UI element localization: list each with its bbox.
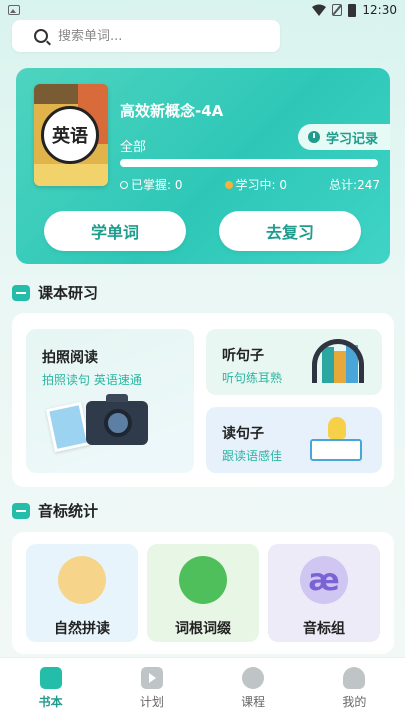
battery-icon	[348, 3, 357, 17]
tab-courses[interactable]: 课程	[203, 658, 304, 720]
camera-icon	[86, 394, 148, 445]
no-sim-icon	[332, 4, 343, 16]
read-title: 读句子	[222, 426, 264, 442]
abc-blocks-icon	[58, 556, 106, 604]
book-cover-text: 英语	[41, 106, 99, 164]
tree-icon	[179, 556, 227, 604]
photo-read-tile[interactable]: 拍照阅读 拍照读句 英语速通	[26, 329, 194, 473]
user-icon	[343, 667, 366, 689]
clock-icon	[308, 131, 320, 143]
study-record-button[interactable]: 学习记录	[298, 124, 390, 150]
tab-me-label: 我的	[342, 695, 367, 709]
listen-sentence-tile[interactable]: 听句子 听句练耳熟	[206, 329, 382, 395]
video-icon	[140, 667, 163, 689]
gallery-icon	[8, 5, 20, 15]
study-record-label: 学习记录	[326, 131, 379, 147]
phonetic-group-tile[interactable]: æ 音标组	[268, 544, 380, 642]
tab-courses-label: 课程	[241, 695, 266, 709]
photo-read-title: 拍照阅读	[42, 350, 98, 366]
phonetic-panel: 自然拼读 词根词缀 æ 音标组	[12, 532, 394, 654]
tab-plan-label: 计划	[139, 695, 164, 709]
clock-time: 12:30	[362, 3, 397, 17]
review-button[interactable]: 去复习	[219, 211, 361, 251]
phonics-label: 自然拼读	[54, 621, 110, 637]
book-cover[interactable]: 英语	[34, 84, 108, 186]
word-stats: 已掌握: 0 学习中: 0 总计:247	[120, 176, 380, 193]
photo-illustration	[45, 401, 91, 453]
word-roots-tile[interactable]: 词根词缀	[147, 544, 259, 642]
search-bar[interactable]	[12, 20, 280, 52]
word-filter[interactable]: 全部	[120, 136, 146, 155]
wifi-icon	[312, 4, 327, 16]
lightbulb-book-icon	[310, 417, 362, 465]
textbook-panel: 拍照阅读 拍照读句 英语速通 听句子 听句练耳熟 读句子 跟读语感佳	[12, 313, 394, 487]
book-icon	[39, 667, 62, 689]
mastered-stat: 已掌握: 0	[120, 176, 183, 193]
book-section-icon	[12, 284, 30, 301]
learning-stat: 学习中: 0	[224, 176, 287, 193]
progress-bar	[120, 159, 378, 167]
word-roots-label: 词根词缀	[175, 621, 231, 637]
tab-books-label: 书本	[38, 695, 63, 709]
learn-words-button[interactable]: 学单词	[44, 211, 186, 251]
phonics-tile[interactable]: 自然拼读	[26, 544, 138, 642]
phonetic-section-title: 音标统计	[12, 500, 98, 521]
tab-books[interactable]: 书本	[0, 658, 101, 720]
tab-plan[interactable]: 计划	[101, 658, 202, 720]
listen-subtitle: 听句练耳熟	[222, 371, 283, 385]
mastered-dot-icon	[120, 180, 128, 189]
photo-read-subtitle: 拍照读句 英语速通	[42, 373, 142, 387]
current-book-card[interactable]: 英语 高效新概念-4A 全部 学习记录 已掌握: 0 学习中: 0 总计:247…	[16, 68, 390, 264]
read-subtitle: 跟读语感佳	[222, 449, 283, 463]
textbook-section-title: 课本研习	[12, 282, 98, 303]
status-bar: 12:30	[0, 0, 405, 22]
search-icon	[34, 29, 48, 43]
phonetic-section-icon	[12, 502, 30, 519]
bottom-tab-bar: 书本 计划 课程 我的	[0, 657, 405, 720]
read-sentence-tile[interactable]: 读句子 跟读语感佳	[206, 407, 382, 473]
total-stat: 总计:247	[329, 178, 380, 192]
headphones-books-icon	[312, 337, 364, 387]
ae-symbol-icon: æ	[300, 556, 348, 604]
phonetic-group-label: 音标组	[303, 621, 345, 637]
stopwatch-icon	[242, 667, 265, 689]
listen-title: 听句子	[222, 348, 264, 364]
book-title: 高效新概念-4A	[120, 102, 224, 120]
search-input[interactable]	[58, 28, 238, 44]
tab-me[interactable]: 我的	[304, 658, 405, 720]
learning-dot-icon	[224, 180, 233, 189]
